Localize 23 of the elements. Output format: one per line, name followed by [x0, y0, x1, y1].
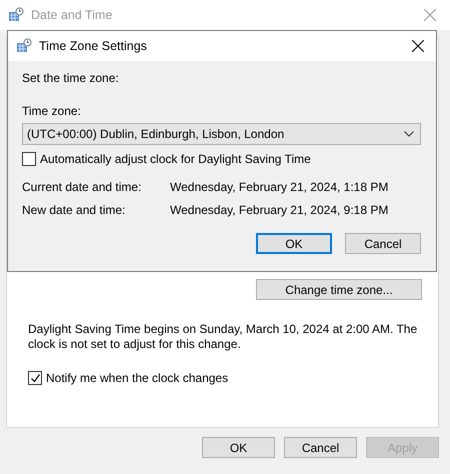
field-label: Time zone:: [22, 103, 82, 119]
checkbox[interactable]: [28, 371, 42, 385]
close-icon[interactable]: [412, 40, 424, 52]
dialog-button[interactable]: Cancel: [345, 233, 421, 254]
dst-notice: Daylight Saving Time begins on Sunday, March 10, 2024 at 2:00 AM. The clock is not set to adjust for this change.: [28, 322, 418, 352]
section-heading: Set the time zone:: [22, 70, 120, 86]
dialog-title: Time Zone Settings: [39, 39, 147, 53]
checkbox[interactable]: [22, 152, 36, 166]
checkbox-label: Automatically adjust clock for Daylight Saving Time: [40, 152, 311, 166]
field-label: Current date and time:: [22, 179, 142, 196]
field-label: New date and time:: [22, 202, 126, 219]
dialog-button[interactable]: OK: [202, 437, 275, 458]
window-title: Date and Time: [31, 8, 112, 22]
dialog-button[interactable]: OK: [256, 233, 332, 254]
change-time-zone-button[interactable]: Change time zone...: [256, 279, 422, 300]
time-zone-dropdown[interactable]: (UTC+00:00) Dublin, Edinburgh, Lisbon, London: [22, 123, 421, 145]
chevron-down-icon: [404, 131, 414, 137]
calendar-clock-icon: [8, 7, 24, 23]
checkbox-label: Notify me when the clock changes: [46, 371, 228, 385]
dialog-button[interactable]: Cancel: [284, 437, 357, 458]
date-time-value: Wednesday, February 21, 2024, 9:18 PM: [170, 202, 388, 219]
calendar-clock-icon: [16, 38, 32, 54]
date-time-value: Wednesday, February 21, 2024, 1:18 PM: [170, 179, 388, 196]
